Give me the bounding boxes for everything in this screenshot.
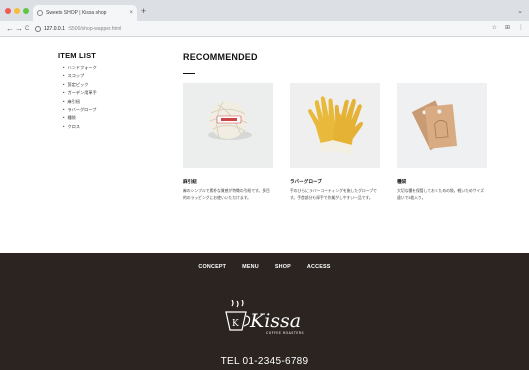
chevron-down-icon[interactable]: ⌄: [517, 7, 523, 15]
globe-icon: [37, 10, 43, 16]
tab-bar: Sweets SHOP | Kissa shop × + ⌄: [0, 0, 529, 21]
product-name[interactable]: ラバーグローブ: [290, 179, 380, 185]
product-description: 手のひらにラバーコーティングを施したグローブです。手首部分も厚手で作業がしやすい…: [290, 189, 377, 200]
info-icon[interactable]: [35, 26, 41, 32]
close-window-button[interactable]: [5, 8, 11, 14]
site-footer: CONCEPT MENU SHOP ACCESS K Kissa COFFEE …: [0, 253, 529, 370]
logo-wordmark: Kissa: [249, 310, 301, 332]
product-description: 大切な種を保管しておくための袋。軽いためサイズ違いで3枚入り。: [397, 189, 484, 200]
reload-button[interactable]: C: [25, 25, 29, 34]
url-path: :5500/shop-wapper.html: [67, 26, 122, 32]
logo-subtitle: COFFEE ROASTERS: [266, 331, 304, 335]
close-tab-icon[interactable]: ×: [129, 10, 133, 16]
footer-nav-concept[interactable]: CONCEPT: [198, 264, 226, 270]
heading-underline: [183, 73, 195, 74]
product-description: 麻のシンプルで素朴な質感が特徴の引紐です。多目的のラッピングにお使いいただけます…: [183, 189, 270, 200]
browser-tab[interactable]: Sweets SHOP | Kissa shop ×: [33, 5, 137, 21]
item-list-link[interactable]: 剪定ピック: [63, 81, 97, 89]
star-icon[interactable]: ☆: [492, 24, 497, 31]
url-host: 127.0.0.1: [44, 26, 65, 32]
product-card[interactable]: 種袋 大切な種を保管しておくための袋。軽いためサイズ違いで3枚入り。: [397, 83, 487, 202]
window-controls: [5, 8, 29, 14]
extensions-icon[interactable]: ⊞: [505, 24, 510, 31]
product-image-seed-tags[interactable]: [397, 83, 487, 168]
product-card[interactable]: 麻引紐 麻のシンプルで素朴な質感が特徴の引紐です。多目的のラッピングにお使いいた…: [183, 83, 273, 202]
kissa-logo[interactable]: K Kissa COFFEE ROASTERS: [224, 299, 324, 340]
footer-nav: CONCEPT MENU SHOP ACCESS: [0, 264, 529, 270]
item-list-link[interactable]: ガーデン用革手: [63, 89, 96, 97]
tab-title: Sweets SHOP | Kissa shop: [46, 10, 107, 16]
forward-button[interactable]: →: [15, 24, 23, 33]
minimize-window-button[interactable]: [14, 8, 20, 14]
footer-nav-menu[interactable]: MENU: [242, 264, 259, 270]
item-list-link[interactable]: ラバーグローブ: [63, 106, 97, 114]
product-card[interactable]: ラバーグローブ 手のひらにラバーコーティングを施したグローブです。手首部分も厚手…: [290, 83, 380, 202]
footer-nav-access[interactable]: ACCESS: [307, 264, 331, 270]
svg-text:K: K: [232, 319, 239, 329]
item-list-link[interactable]: スコップ: [63, 72, 97, 80]
product-name[interactable]: 種袋: [397, 179, 487, 185]
item-list-items: ハンドフォーク スコップ 剪定ピック ガーデン用革手 麻引紐 ラバーグローブ 種…: [58, 64, 97, 131]
recommended-heading: RECOMMENDED: [183, 52, 258, 62]
navigation-bar: ← → C 127.0.0.1 :5500/shop-wapper.html ☆…: [0, 21, 529, 37]
address-bar[interactable]: 127.0.0.1 :5500/shop-wapper.html: [35, 24, 493, 34]
item-list-link[interactable]: クロス: [63, 123, 97, 131]
menu-icon[interactable]: ⋮: [518, 24, 524, 31]
footer-telephone: TEL 01-2345-6789: [220, 356, 309, 367]
item-list-link[interactable]: 麻引紐: [63, 98, 97, 106]
back-button[interactable]: ←: [6, 24, 14, 33]
footer-nav-shop[interactable]: SHOP: [275, 264, 291, 270]
item-list-link[interactable]: 種袋: [63, 114, 97, 122]
item-list-title: ITEM LIST: [58, 51, 97, 60]
product-name[interactable]: 麻引紐: [183, 179, 273, 185]
item-list-link[interactable]: ハンドフォーク: [63, 64, 96, 72]
maximize-window-button[interactable]: [23, 8, 29, 14]
product-image-twine[interactable]: [183, 83, 273, 168]
new-tab-button[interactable]: +: [141, 7, 146, 16]
browser-chrome: Sweets SHOP | Kissa shop × + ⌄ ← → C 127…: [0, 0, 529, 37]
browser-toolbar-icons: ☆ ⊞ ⋮: [492, 24, 524, 31]
item-list: ITEM LIST ハンドフォーク スコップ 剪定ピック ガーデン用革手 麻引紐…: [58, 51, 97, 131]
product-image-gloves[interactable]: [290, 83, 380, 168]
